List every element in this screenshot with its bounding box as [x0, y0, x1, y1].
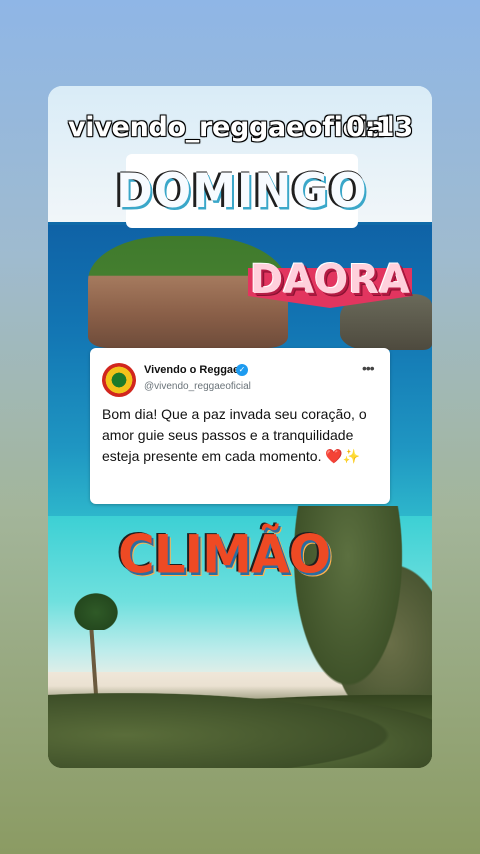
tweet-card: Vivendo o Reggae ✓ @vivendo_reggaeoficia… [90, 348, 390, 504]
tweet-handle[interactable]: @vivendo_reggaeoficial [144, 381, 251, 392]
climao-sticker: CLIMÃO [118, 524, 331, 586]
domingo-text: DOMINGO [116, 163, 368, 219]
avatar[interactable] [102, 363, 136, 397]
tweet-author-name[interactable]: Vivendo o Reggae [144, 364, 239, 376]
more-dots-icon[interactable]: ••• [362, 360, 375, 376]
foliage-bottom [48, 686, 432, 768]
palm-leaves [66, 586, 126, 630]
timer: 0:13 [346, 112, 414, 143]
verified-badge-icon: ✓ [236, 364, 248, 376]
daora-sticker: DAORA [242, 248, 418, 312]
domingo-sticker: DOMINGO [116, 154, 367, 228]
daora-text: DAORA [250, 257, 410, 303]
tweet-text: Bom dia! Que a paz invada seu coração, o… [102, 406, 367, 464]
